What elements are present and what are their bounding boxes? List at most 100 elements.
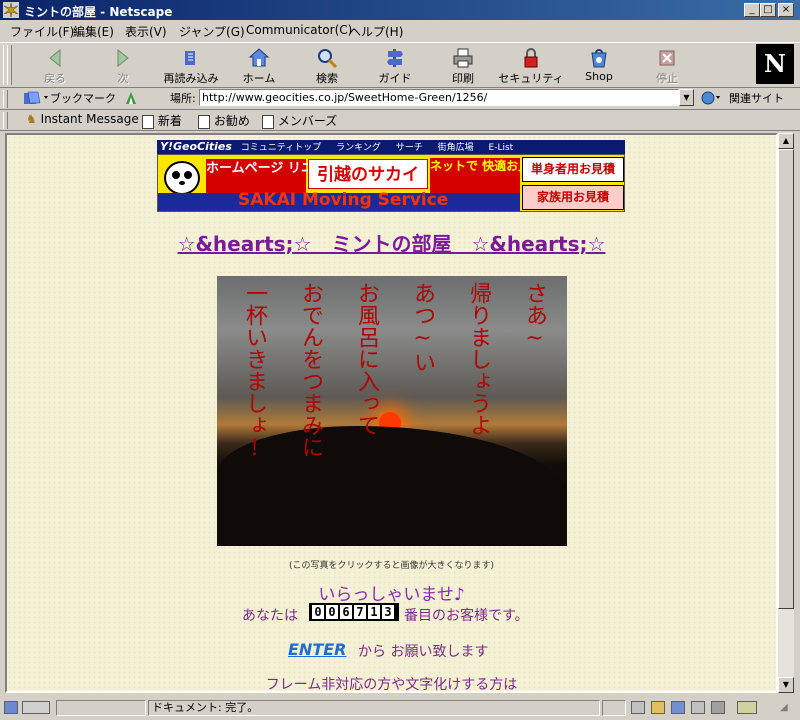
print-status-icon[interactable] bbox=[711, 701, 725, 714]
reload-button[interactable]: 再読み込み bbox=[158, 45, 224, 87]
minimize-button[interactable]: _ bbox=[744, 3, 760, 17]
poem-line: お風呂に入って bbox=[354, 282, 379, 436]
forward-label: 次 bbox=[117, 72, 129, 85]
page-proxy-icon[interactable] bbox=[123, 90, 139, 106]
frame-note: フレーム非対応の方や文字化けする方は bbox=[265, 677, 518, 693]
ad-net-estimate-text: ネットで 快適お見積 bbox=[430, 158, 542, 194]
composer-icon[interactable] bbox=[691, 701, 705, 714]
bookmark-page-icon bbox=[198, 114, 210, 129]
menu-help[interactable]: ヘルプ(H) bbox=[349, 23, 403, 40]
menu-view[interactable]: 表示(V) bbox=[125, 23, 167, 40]
geocities-logo[interactable]: Y!GeoCities bbox=[160, 140, 232, 153]
plug-icon[interactable] bbox=[22, 701, 50, 714]
geo-link-elist[interactable]: E-List bbox=[489, 143, 514, 153]
stop-button[interactable]: 停止 bbox=[634, 45, 700, 87]
location-label: 場所: bbox=[170, 92, 196, 105]
lock-icon bbox=[524, 48, 538, 68]
navigation-toolbar: 戻る 次 再読み込み ホーム 検索 ガイド 印刷 セキュリティ Shop 停止 bbox=[0, 42, 800, 88]
reload-icon bbox=[185, 51, 195, 65]
home-label: ホーム bbox=[242, 72, 276, 85]
bookmark-page-icon bbox=[262, 114, 274, 129]
mail-icon[interactable] bbox=[651, 701, 665, 714]
geo-link-search[interactable]: サーチ bbox=[396, 143, 423, 153]
netscape-logo[interactable]: N bbox=[756, 44, 794, 84]
instant-message-button[interactable]: ♞ Instant Message bbox=[26, 112, 139, 126]
toolbar-grip bbox=[7, 45, 12, 85]
security-label: セキュリティ bbox=[498, 72, 564, 85]
resize-grip[interactable]: ◢ bbox=[780, 702, 794, 716]
home-icon bbox=[248, 48, 270, 67]
maximize-button[interactable]: □ bbox=[760, 3, 776, 17]
sunset-photo[interactable]: さあ~ 帰りましょうよ あつ~い お風呂に入って おでんをつまみに 一杯いきまし… bbox=[217, 276, 567, 546]
close-button[interactable]: × bbox=[778, 3, 794, 17]
progress-field bbox=[56, 700, 146, 716]
search-button[interactable]: 検索 bbox=[294, 45, 360, 87]
personal-toolbar-grip[interactable] bbox=[3, 112, 8, 129]
edit-page-icon[interactable] bbox=[737, 701, 757, 714]
bookmark-recommended-label: お勧め bbox=[213, 114, 250, 128]
poem-line: 一杯いきましょ! bbox=[242, 282, 267, 461]
stop-icon bbox=[659, 50, 675, 66]
window-title: ミントの部屋 - Netscape bbox=[24, 5, 173, 19]
location-toolbar-grip[interactable] bbox=[3, 90, 8, 108]
ad-moving-service-text: SAKAI Moving Service bbox=[238, 190, 449, 210]
shop-button[interactable]: Shop bbox=[566, 45, 632, 87]
title-bar[interactable]: ミントの部屋 - Netscape _ □ × bbox=[0, 0, 800, 20]
visitor-suffix: 番目のお客様です。 bbox=[404, 608, 529, 624]
geo-link-plaza[interactable]: 街角広場 bbox=[438, 143, 474, 153]
geo-link-ranking[interactable]: ランキング bbox=[336, 143, 381, 153]
counter-digit: 6 bbox=[340, 605, 352, 619]
print-button[interactable]: 印刷 bbox=[430, 45, 496, 87]
url-history-dropdown[interactable]: ▼ bbox=[679, 89, 694, 106]
reload-label: 再読み込み bbox=[163, 72, 219, 85]
counter-digit: 0 bbox=[326, 605, 338, 619]
menu-go[interactable]: ジャンプ(G) bbox=[179, 23, 245, 40]
geo-link-community[interactable]: コミュニティトップ bbox=[241, 143, 321, 153]
sakai-ad-banner[interactable]: ホームページ リニューアル! 引越のサカイ ネットで 快適お見積 単身者用お見積… bbox=[157, 154, 625, 212]
back-button[interactable]: 戻る bbox=[22, 45, 88, 87]
bookmarks-icon[interactable] bbox=[22, 90, 50, 106]
bookmark-new[interactable]: 新着 bbox=[142, 112, 182, 129]
navigator-icon[interactable] bbox=[631, 701, 645, 714]
scroll-thumb[interactable] bbox=[778, 149, 794, 609]
menu-file[interactable]: ファイル(F) bbox=[10, 23, 74, 40]
hill-silhouette bbox=[217, 426, 567, 546]
security-button[interactable]: セキュリティ bbox=[498, 45, 564, 87]
url-field[interactable]: http://www.geocities.co.jp/SweetHome-Gre… bbox=[199, 89, 679, 106]
home-button[interactable]: ホーム bbox=[226, 45, 292, 87]
forward-button[interactable]: 次 bbox=[90, 45, 156, 87]
status-text: ドキュメント: 完了。 bbox=[148, 700, 600, 716]
single-estimate-button[interactable]: 単身者用お見積 bbox=[522, 157, 624, 182]
menu-edit[interactable]: 編集(E) bbox=[73, 23, 114, 40]
bookmark-recommended[interactable]: お勧め bbox=[198, 112, 250, 129]
counter-digit: 3 bbox=[382, 605, 394, 619]
family-estimate-button[interactable]: 家族用お見積 bbox=[522, 185, 624, 210]
bookmark-members[interactable]: メンバーズ bbox=[262, 112, 337, 129]
guide-icon bbox=[387, 49, 403, 67]
bookmark-members-label: メンバーズ bbox=[277, 114, 338, 128]
ad-company-name: 引越のサカイ bbox=[308, 159, 428, 189]
visitor-prefix: あなたは bbox=[242, 608, 298, 624]
search-label: 検索 bbox=[316, 72, 338, 85]
poem-line: おでんをつまみに bbox=[298, 282, 323, 458]
guide-label: ガイド bbox=[378, 72, 412, 85]
enter-link[interactable]: ENTER bbox=[288, 640, 346, 659]
discussion-icon[interactable] bbox=[671, 701, 685, 714]
scroll-down-button[interactable]: ▼ bbox=[778, 677, 794, 693]
person-icon: ♞ bbox=[26, 112, 37, 126]
page-title[interactable]: ☆&hearts;☆ ミントの部屋 ☆&hearts;☆ bbox=[0, 228, 783, 257]
netscape-app-icon[interactable] bbox=[3, 2, 19, 18]
bookmarks-button[interactable]: ブックマーク bbox=[50, 90, 116, 106]
connection-icon[interactable] bbox=[4, 701, 18, 714]
stop-label: 停止 bbox=[656, 72, 678, 85]
poem-line: さあ~ bbox=[522, 282, 547, 351]
instant-message-label: Instant Message bbox=[40, 112, 139, 126]
related-sites-button[interactable]: 関連サイト bbox=[729, 90, 784, 106]
shop-icon bbox=[591, 49, 607, 68]
counter-digit: 1 bbox=[368, 605, 380, 619]
geocities-nav-bar: Y!GeoCities コミュニティトップ ランキング サーチ 街角広場 E-L… bbox=[157, 140, 625, 154]
guide-button[interactable]: ガイド bbox=[362, 45, 428, 87]
scroll-up-button[interactable]: ▲ bbox=[778, 133, 794, 149]
menu-communicator[interactable]: Communicator(C) bbox=[246, 23, 352, 37]
back-label: 戻る bbox=[44, 72, 66, 85]
